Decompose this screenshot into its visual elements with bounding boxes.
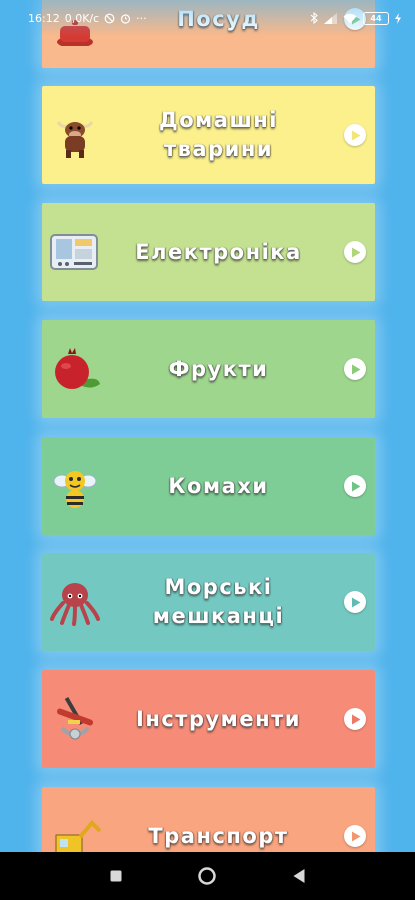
category-card-fruits[interactable]: Фрукти (42, 320, 375, 418)
category-label: Інструменти (136, 706, 301, 731)
play-icon[interactable] (344, 475, 366, 497)
category-card-sea-creatures[interactable]: Морські мешканці (42, 553, 375, 651)
play-icon[interactable] (344, 591, 366, 613)
category-card-pets[interactable]: Домашні тварини (42, 86, 375, 184)
dnd-icon (104, 13, 115, 24)
tools-icon (48, 692, 102, 746)
pomegranate-icon (48, 342, 102, 396)
triangle-back-icon[interactable] (279, 856, 319, 896)
play-icon[interactable] (344, 825, 366, 847)
play-icon[interactable] (344, 358, 366, 380)
play-icon[interactable] (344, 124, 366, 146)
category-label: Комахи (168, 473, 269, 498)
square-icon[interactable] (96, 856, 136, 896)
bull-icon (48, 108, 102, 162)
status-left: 16:12 0,0K/с ··· (28, 12, 147, 25)
alarm-icon (120, 13, 131, 24)
wifi-icon (343, 13, 357, 24)
category-label: Електроніка (135, 239, 302, 264)
battery-indicator: 44 (363, 11, 389, 25)
category-label: Домашні тварини (159, 108, 278, 161)
status-right: 44 (310, 11, 401, 25)
status-speed: 0,0K/с (64, 11, 100, 25)
charging-icon (395, 12, 401, 24)
octopus-icon (48, 575, 102, 629)
play-icon[interactable] (344, 708, 366, 730)
status-more: ··· (136, 11, 147, 25)
category-label: Фрукти (168, 356, 269, 381)
category-label: Морські мешканці (152, 575, 285, 628)
bluetooth-icon (310, 12, 318, 24)
electronics-icon (48, 225, 102, 279)
status-time: 16:12 (28, 11, 60, 25)
category-card-tools[interactable]: Інструменти (42, 670, 375, 768)
category-card-electronics[interactable]: Електроніка (42, 203, 375, 301)
category-card-insects[interactable]: Комахи (42, 437, 375, 535)
bee-icon (48, 459, 102, 513)
status-bar: 16:12 0,0K/с ··· 44 (0, 0, 415, 36)
play-icon[interactable] (344, 241, 366, 263)
app-screen: 16:12 0,0K/с ··· 44 Домашні тварини Елек… (0, 0, 415, 900)
system-nav-bar (0, 852, 415, 900)
signal-icon (324, 12, 337, 24)
circle-icon[interactable] (187, 856, 227, 896)
